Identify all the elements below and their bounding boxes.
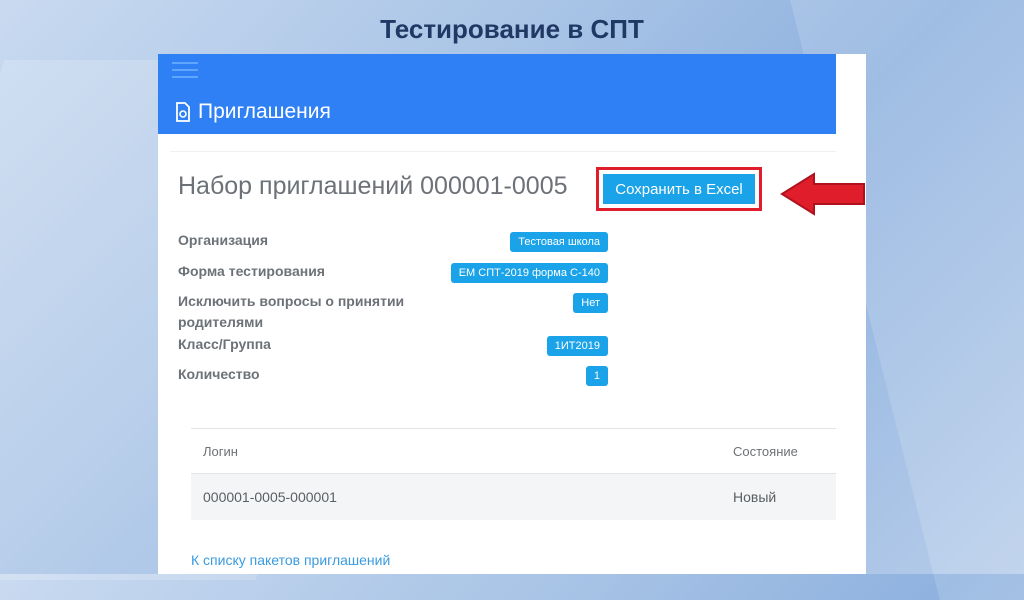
column-header-login[interactable]: Логин	[203, 429, 238, 473]
prop-value-organization: Тестовая школа	[510, 232, 608, 252]
prop-label-organization: Организация	[178, 232, 269, 248]
app-window: Приглашения Набор приглашений 000001-000…	[158, 54, 866, 574]
cell-state: Новый	[733, 489, 777, 505]
red-arrow-icon	[780, 172, 865, 216]
column-header-state[interactable]: Состояние	[733, 429, 798, 473]
prop-value-class-group: 1ИТ2019	[546, 336, 608, 356]
slide-title: Тестирование в СПТ	[380, 14, 644, 44]
invitation-icon	[176, 102, 190, 122]
prop-label-exclude-questions: Исключить вопросы о принятии родителями	[178, 293, 405, 330]
highlight-frame: Сохранить в Excel	[596, 167, 762, 211]
back-to-packages-link[interactable]: К списку пакетов приглашений	[191, 552, 390, 568]
table-header: Логин Состояние	[191, 428, 836, 474]
table-row[interactable]: 000001-0005-000001 Новый	[191, 474, 836, 520]
cell-login: 000001-0005-000001	[203, 489, 337, 505]
prop-label-class-group: Класс/Группа	[178, 336, 271, 352]
invitation-set-heading: Набор приглашений 000001-0005	[178, 172, 568, 200]
hamburger-icon[interactable]	[172, 62, 198, 80]
prop-value-test-form: ЕМ СПТ-2019 форма С-140	[450, 263, 608, 283]
invitations-table: Логин Состояние 000001-0005-000001 Новый	[191, 428, 836, 520]
prop-value-quantity: 1	[585, 366, 608, 386]
topbar: Приглашения	[158, 54, 836, 134]
save-to-excel-button[interactable]: Сохранить в Excel	[603, 174, 755, 204]
prop-value-exclude-questions: Нет	[573, 293, 608, 313]
prop-label-test-form: Форма тестирования	[178, 263, 325, 279]
page-title-text: Приглашения	[198, 100, 331, 123]
page-title: Приглашения	[174, 100, 331, 124]
prop-label-quantity: Количество	[178, 366, 260, 382]
